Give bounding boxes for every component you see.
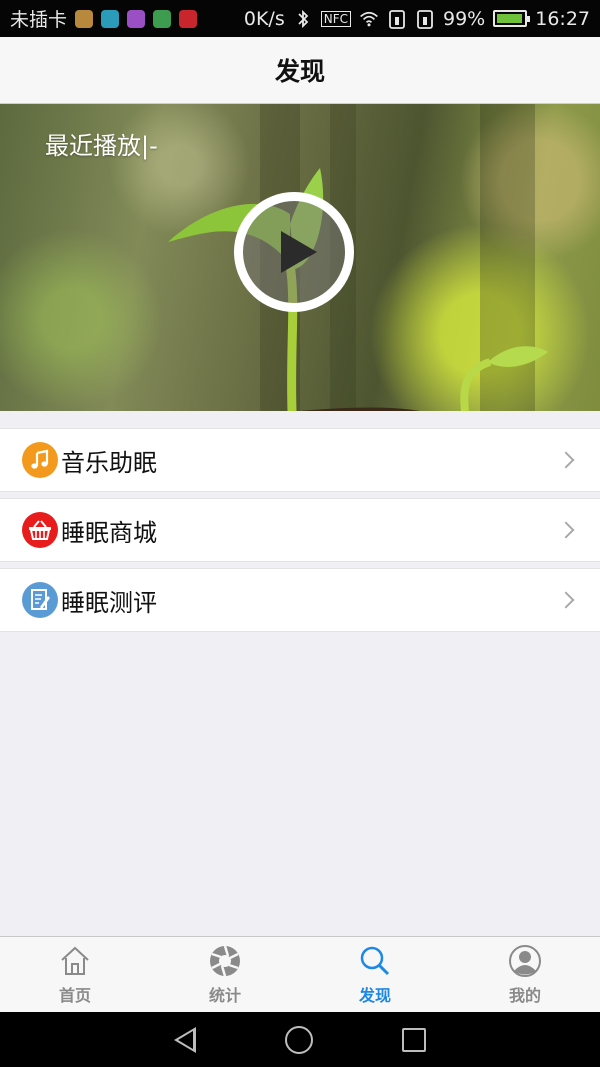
notification-app-icon — [153, 9, 172, 28]
menu-label: 睡眠商城 — [61, 518, 157, 547]
recent-play-banner[interactable]: 最近播放|- — [0, 104, 600, 411]
nfc-icon: NFC — [320, 10, 351, 27]
status-right: 0K/s NFC 99% 16:27 — [244, 8, 590, 30]
assessment-glyph — [31, 589, 50, 610]
status-bar: 未插卡 0K/s NFC 99% 16:27 — [0, 0, 600, 37]
tab-home[interactable]: 首页 — [0, 937, 150, 1012]
chevron-right-icon — [557, 521, 575, 539]
chevron-right-icon — [557, 591, 575, 609]
sim-signal-icon — [417, 9, 433, 29]
tab-discover[interactable]: 发现 — [300, 937, 450, 1012]
menu-item-sleep-assessment[interactable]: 睡眠测评 — [0, 568, 600, 632]
search-icon — [360, 946, 390, 975]
tab-label: 发现 — [358, 985, 391, 1005]
bluetooth-icon — [298, 9, 309, 28]
tab-bar: 首页 统计 发现 我的 — [0, 936, 600, 1012]
header: 发现 — [0, 37, 600, 104]
tab-statistics[interactable]: 统计 — [150, 937, 300, 1012]
huawei-app-icon — [179, 9, 198, 28]
notification-app-icon — [127, 9, 146, 28]
back-icon[interactable] — [174, 1026, 197, 1053]
notification-app-icon — [75, 9, 94, 28]
notification-app-icon — [101, 9, 120, 28]
clock: 16:27 — [535, 7, 590, 30]
network-speed: 0K/s — [243, 7, 285, 30]
page-title: 发现 — [274, 57, 325, 86]
system-nav-bar — [0, 1012, 600, 1067]
tab-label: 统计 — [208, 985, 241, 1005]
sim-signal-icon — [389, 9, 405, 29]
tab-profile[interactable]: 我的 — [450, 937, 600, 1012]
menu-item-sleep-mall[interactable]: 睡眠商城 — [0, 498, 600, 562]
home-icon — [61, 946, 89, 975]
aperture-icon — [210, 945, 240, 976]
play-button[interactable] — [234, 192, 354, 312]
tab-label: 我的 — [508, 985, 541, 1005]
music-note-glyph — [31, 449, 49, 469]
chevron-right-icon — [557, 451, 575, 469]
shopping-basket-icon — [22, 512, 58, 548]
battery-percent: 99% — [443, 7, 486, 30]
assessment-icon — [22, 582, 58, 618]
user-icon — [509, 944, 541, 977]
status-left: 未插卡 — [10, 5, 198, 32]
recent-play-label: 最近播放|- — [45, 132, 158, 160]
music-note-icon — [22, 442, 58, 478]
menu-label: 睡眠测评 — [61, 588, 157, 617]
tab-label: 首页 — [58, 985, 91, 1005]
play-icon — [281, 231, 317, 273]
recent-apps-icon[interactable] — [401, 1027, 426, 1052]
home-circle-icon[interactable] — [284, 1025, 313, 1054]
battery-icon — [493, 10, 531, 27]
carrier-text: 未插卡 — [10, 9, 68, 31]
menu-label: 音乐助眠 — [61, 448, 157, 477]
wifi-icon — [360, 11, 378, 26]
basket-glyph — [29, 520, 51, 540]
menu-item-music-sleep[interactable]: 音乐助眠 — [0, 428, 600, 492]
